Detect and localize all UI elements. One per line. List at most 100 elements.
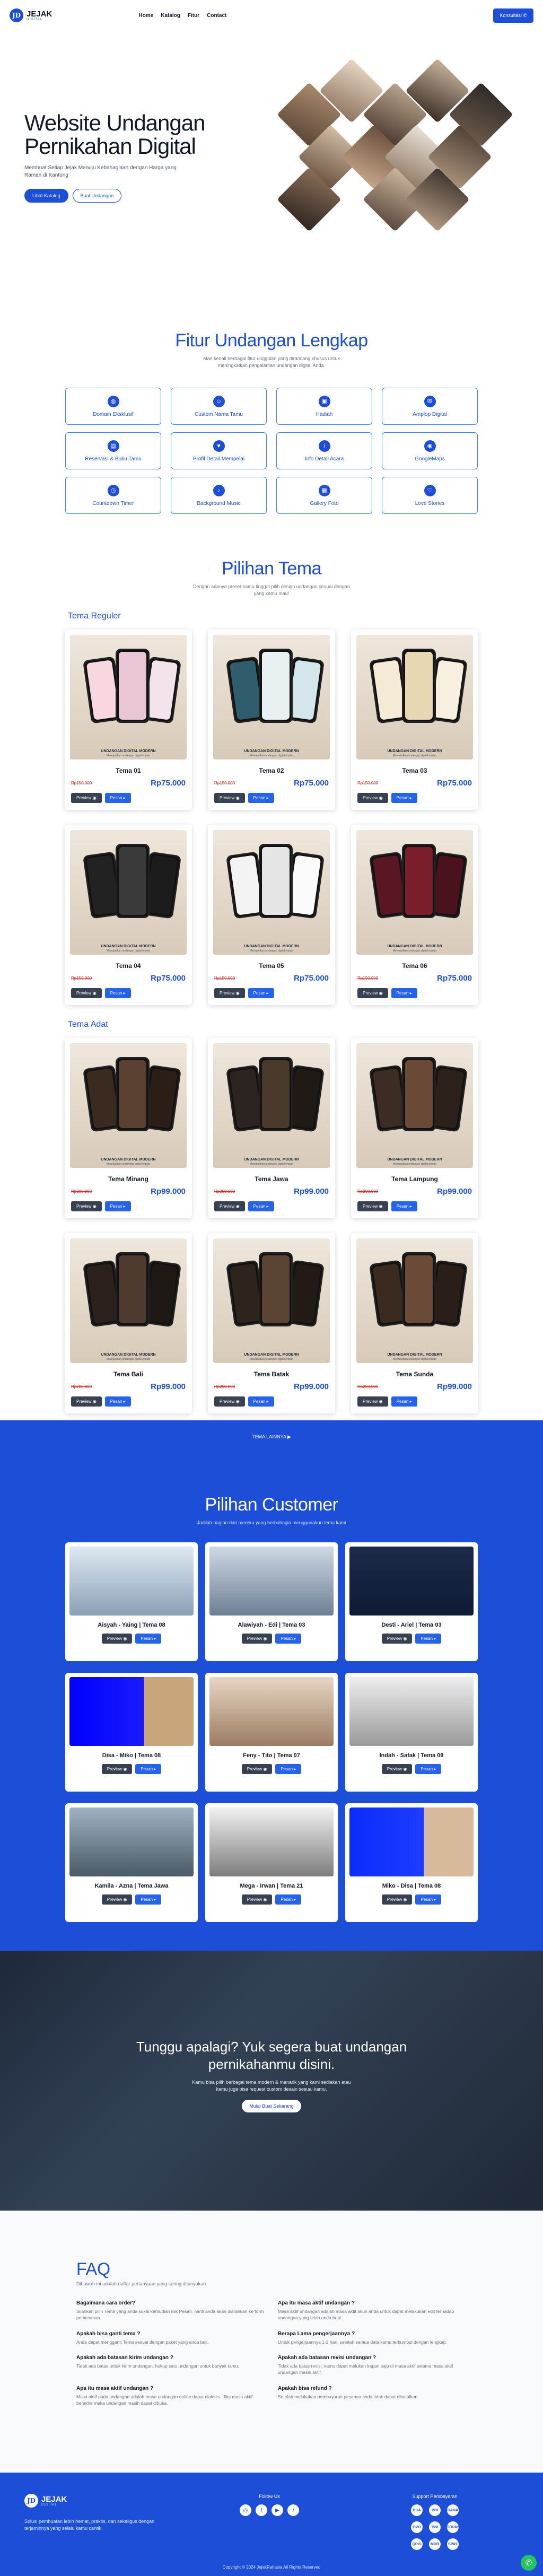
pesan-button[interactable]: Pesan ▸ xyxy=(415,1763,442,1774)
customer-cards-grid: Aisyah - Yaing | Tema 08 Preview ◉ Pesan ▸… xyxy=(65,1542,478,1922)
preview-button[interactable]: Preview ◉ xyxy=(357,1396,388,1407)
phone-mockup xyxy=(116,1252,150,1327)
buat-undangan-button[interactable]: Buat Undangan xyxy=(72,189,122,203)
tema-reguler-label: Tema Reguler xyxy=(68,612,121,621)
preview-button[interactable]: Preview ◉ xyxy=(101,1633,133,1644)
eye-icon: ◉ xyxy=(379,796,383,801)
feature-card[interactable]: ◉ GoogleMaps xyxy=(382,432,478,470)
menu-item-home[interactable]: Home xyxy=(138,13,153,19)
footer-brand[interactable]: JD JEJAK DIGITAL xyxy=(24,2494,67,2508)
preview-button[interactable]: Preview ◉ xyxy=(101,1894,133,1905)
menu-item-katalog[interactable]: Katalog xyxy=(161,13,180,19)
preview-button[interactable]: Preview ◉ xyxy=(71,793,102,804)
pesan-button[interactable]: Pesan ▸ xyxy=(135,1894,162,1905)
tiktok-icon[interactable]: ♪ xyxy=(287,2504,299,2516)
feature-card[interactable]: ◍ Domain Eksklusif xyxy=(65,388,161,425)
pesan-button[interactable]: Pesan ▸ xyxy=(104,793,131,804)
price-old: Rp200.000 xyxy=(357,1384,379,1390)
brand[interactable]: JD JEJAK DIGITAL xyxy=(10,8,52,22)
feature-card[interactable]: ♪ Background Music xyxy=(171,477,267,514)
menu-item-fitur[interactable]: Fitur xyxy=(188,13,199,19)
preview-button[interactable]: Preview ◉ xyxy=(241,1894,273,1905)
theme-preview-image: UNDANGAN DIGITAL MODERN Mewujudkan undang… xyxy=(356,830,473,955)
konsultasi-button[interactable]: Konsultasi ✆ xyxy=(493,8,533,23)
feature-card[interactable]: ☺ Custom Nama Tamu xyxy=(171,388,267,425)
pesan-button[interactable]: Pesan ▸ xyxy=(104,1396,131,1407)
preview-button[interactable]: Preview ◉ xyxy=(381,1894,413,1905)
faq-item: Apakah bisa refund ? Setelah melakukan pe… xyxy=(278,2386,469,2407)
preview-button[interactable]: Preview ◉ xyxy=(241,1633,273,1644)
preview-button[interactable]: Preview ◉ xyxy=(241,1763,273,1774)
preview-button[interactable]: Preview ◉ xyxy=(381,1763,413,1774)
feature-card[interactable]: i Info Detail Acara xyxy=(276,432,372,470)
customers-title: Pilihan Customer xyxy=(205,1495,338,1515)
lihat-katalog-button[interactable]: Lihat Katalog xyxy=(24,189,68,203)
feature-card[interactable]: ▤ Reservasi & Buku Tamu xyxy=(65,432,161,470)
pesan-button[interactable]: Pesan ▸ xyxy=(248,793,274,804)
customer-photo xyxy=(69,1546,194,1616)
preview-button[interactable]: Preview ◉ xyxy=(214,1396,245,1407)
youtube-icon[interactable]: ▶ xyxy=(272,2504,283,2516)
pesan-button[interactable]: Pesan ▸ xyxy=(135,1633,162,1644)
feature-card[interactable]: ▦ Gallery Foto xyxy=(276,477,372,514)
feature-card[interactable]: ✉ Amplop Digital xyxy=(382,388,478,425)
preview-button[interactable]: Preview ◉ xyxy=(357,1201,388,1212)
pesan-button[interactable]: Pesan ▸ xyxy=(135,1763,162,1774)
customer-photo xyxy=(209,1546,334,1616)
preview-button[interactable]: Preview ◉ xyxy=(381,1633,413,1644)
pesan-button[interactable]: Pesan ▸ xyxy=(391,988,417,999)
feature-label: Custom Nama Tamu xyxy=(195,411,243,417)
eye-icon: ◉ xyxy=(263,1636,267,1641)
card-caption: UNDANGAN DIGITAL MODERN xyxy=(387,1158,442,1162)
pesan-button[interactable]: Pesan ▸ xyxy=(104,1201,131,1212)
customer-name: Kamila - Azna | Tema Jawa xyxy=(94,1882,169,1889)
feature-card[interactable]: ◷ Countdown Timer xyxy=(65,477,161,514)
pesan-button[interactable]: Pesan ▸ xyxy=(391,793,417,804)
pesan-button[interactable]: Pesan ▸ xyxy=(391,1201,417,1212)
menu-item-contact[interactable]: Contact xyxy=(207,13,226,19)
facebook-icon[interactable]: f xyxy=(256,2504,267,2516)
logo-icon: JD xyxy=(10,8,23,22)
price-old: Rp150.000 xyxy=(357,976,379,981)
preview-button[interactable]: Preview ◉ xyxy=(101,1763,133,1774)
preview-button[interactable]: Preview ◉ xyxy=(357,988,388,999)
theme-name: Tema Batak xyxy=(253,1370,290,1378)
theme-preview-image: UNDANGAN DIGITAL MODERN Mewujudkan undang… xyxy=(356,1238,473,1364)
preview-button[interactable]: Preview ◉ xyxy=(71,988,102,999)
pesan-button[interactable]: Pesan ▸ xyxy=(391,1396,417,1407)
customer-card: Disa - Miko | Tema 08 Preview ◉ Pesan ▸ xyxy=(65,1672,198,1792)
feature-card[interactable]: ♥ Profil Detail Mempelai xyxy=(171,432,267,470)
pesan-button[interactable]: Pesan ▸ xyxy=(248,988,274,999)
card-caption: UNDANGAN DIGITAL MODERN xyxy=(244,1353,299,1357)
preview-button[interactable]: Preview ◉ xyxy=(214,1201,245,1212)
pesan-button[interactable]: Pesan ▸ xyxy=(415,1633,442,1644)
tema-title: Pilihan Tema xyxy=(221,558,322,579)
preview-button[interactable]: Preview ◉ xyxy=(357,793,388,804)
pesan-button[interactable]: Pesan ▸ xyxy=(275,1763,302,1774)
feature-label: Domain Eksklusif xyxy=(93,411,134,417)
feature-label: Info Detail Acara xyxy=(304,456,344,462)
card-caption-sub: Mewujudkan undangan digital impian xyxy=(249,1358,294,1361)
preview-button[interactable]: Preview ◉ xyxy=(71,1201,102,1212)
card-caption: UNDANGAN DIGITAL MODERN xyxy=(244,1158,299,1162)
pesan-button[interactable]: Pesan ▸ xyxy=(275,1894,302,1905)
pesan-button[interactable]: Pesan ▸ xyxy=(248,1201,274,1212)
pesan-button[interactable]: Pesan ▸ xyxy=(248,1396,274,1407)
pesan-button[interactable]: Pesan ▸ xyxy=(275,1633,302,1644)
theme-name: Tema 02 xyxy=(259,767,284,775)
pesan-button[interactable]: Pesan ▸ xyxy=(415,1894,442,1905)
preview-button[interactable]: Preview ◉ xyxy=(214,988,245,999)
customer-photo xyxy=(209,1807,334,1876)
preview-button[interactable]: Preview ◉ xyxy=(214,793,245,804)
pesan-button[interactable]: Pesan ▸ xyxy=(104,988,131,999)
whatsapp-float-button[interactable]: ✆ xyxy=(521,2555,537,2571)
theme-preview-image: UNDANGAN DIGITAL MODERN Mewujudkan undang… xyxy=(213,830,330,955)
payment-label: Support Pembayaran xyxy=(412,2494,458,2499)
tema-lainnya-button[interactable]: TEMA LAINNYA ▶ xyxy=(242,1429,301,1445)
instagram-icon[interactable]: ◎ xyxy=(240,2504,251,2516)
feature-card[interactable]: ♡ Love Stories xyxy=(382,477,478,514)
preview-button[interactable]: Preview ◉ xyxy=(71,1396,102,1407)
features-title: Fitur Undangan Lengkap xyxy=(175,330,368,351)
mulai-buat-button[interactable]: Mulai Buat Sekarang xyxy=(242,2100,301,2113)
feature-card[interactable]: ▣ Hadiah xyxy=(276,388,372,425)
